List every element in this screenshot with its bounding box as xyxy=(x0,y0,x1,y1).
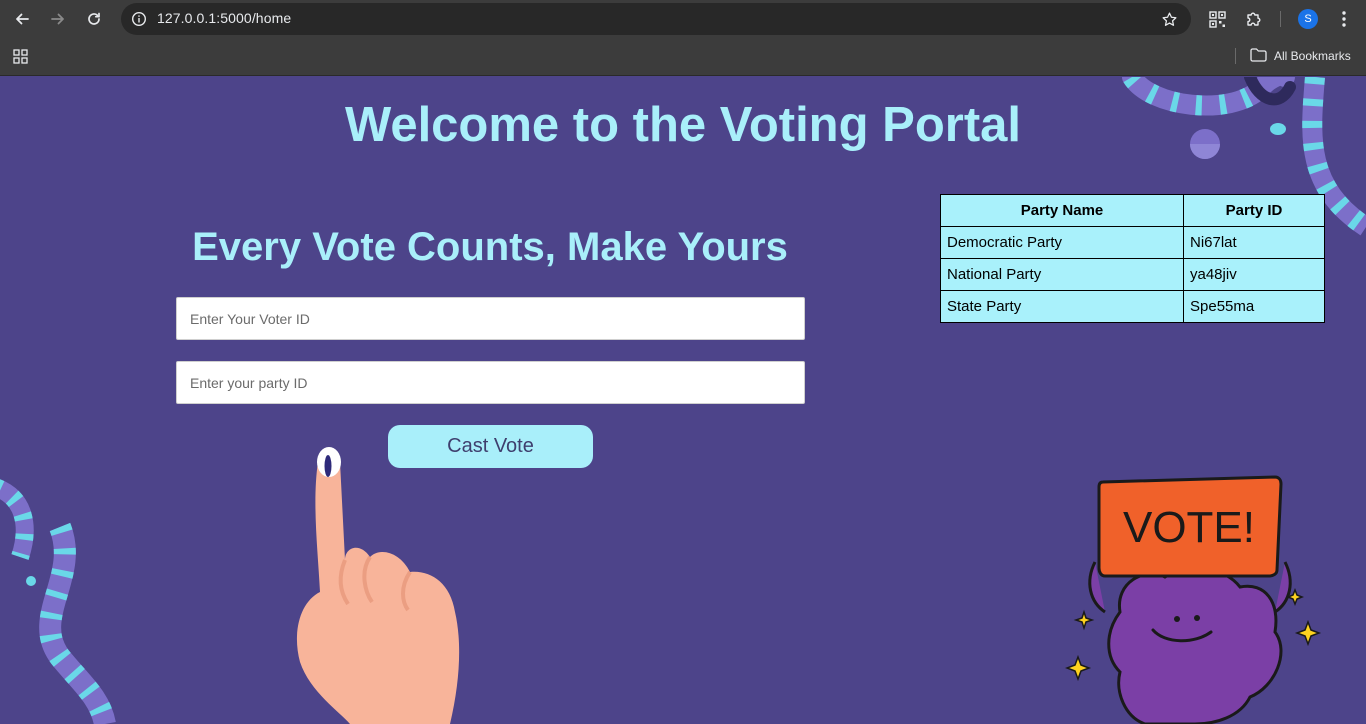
profile-avatar[interactable]: S xyxy=(1298,9,1318,29)
voting-hand-illustration xyxy=(296,447,460,724)
reload-icon[interactable] xyxy=(83,8,105,30)
party-name-cell: State Party xyxy=(940,290,1184,323)
party-name-header: Party Name xyxy=(940,194,1184,227)
bookmarks-bar: All Bookmarks xyxy=(0,38,1366,76)
page-subtitle: Every Vote Counts, Make Yours xyxy=(192,225,788,269)
back-arrow-icon[interactable] xyxy=(11,8,33,30)
qr-code-icon[interactable] xyxy=(1206,8,1228,30)
party-table: Party Name Party ID Democratic Party Ni6… xyxy=(940,194,1325,323)
bookmarks-divider xyxy=(1235,48,1236,64)
party-id-cell: Spe55ma xyxy=(1183,290,1325,323)
table-header-row: Party Name Party ID xyxy=(940,194,1325,227)
party-id-header: Party ID xyxy=(1183,194,1325,227)
toolbar-divider xyxy=(1280,11,1281,27)
url-text[interactable]: 127.0.0.1:5000/home xyxy=(157,10,291,26)
bookmark-star-icon[interactable] xyxy=(1159,9,1179,29)
party-id-input[interactable] xyxy=(176,361,805,404)
forward-arrow-icon[interactable] xyxy=(47,8,69,30)
party-id-cell: ya48jiv xyxy=(1183,258,1325,291)
page-title: Welcome to the Voting Portal xyxy=(344,98,1022,152)
party-name-cell: National Party xyxy=(940,258,1184,291)
puzzle-icon[interactable] xyxy=(1243,8,1265,30)
all-bookmarks-button[interactable]: All Bookmarks xyxy=(1250,46,1351,66)
voter-id-input[interactable] xyxy=(176,297,805,340)
party-name-cell: Democratic Party xyxy=(940,226,1184,259)
browser-toolbar: 127.0.0.1:5000/home S xyxy=(0,0,1366,38)
mascot-sign-text: VOTE! xyxy=(1123,503,1255,552)
folder-icon xyxy=(1250,47,1267,65)
vote-mascot-illustration: VOTE! xyxy=(1065,475,1322,724)
table-row: Democratic Party Ni67lat xyxy=(940,226,1325,259)
party-id-cell: Ni67lat xyxy=(1183,226,1325,259)
address-bar[interactable]: 127.0.0.1:5000/home xyxy=(121,3,1191,35)
all-bookmarks-label: All Bookmarks xyxy=(1274,49,1351,63)
site-info-icon[interactable] xyxy=(129,9,149,29)
voting-portal-page: Welcome to the Voting Portal Every Vote … xyxy=(0,77,1366,724)
kebab-menu-icon[interactable] xyxy=(1333,8,1355,30)
table-row: National Party ya48jiv xyxy=(940,258,1325,291)
striped-streamer-decoration-bottom xyxy=(0,479,116,724)
apps-grid-icon[interactable] xyxy=(10,46,30,66)
table-row: State Party Spe55ma xyxy=(940,290,1325,323)
